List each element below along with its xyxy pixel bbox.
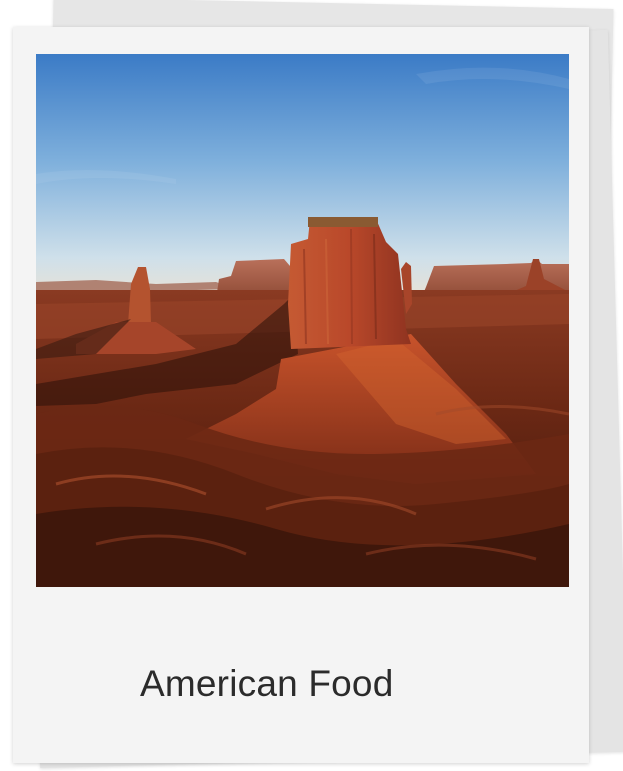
photo-caption: American Food <box>140 663 394 704</box>
landscape-photo <box>36 54 569 587</box>
polaroid-card[interactable]: American Food <box>13 27 589 763</box>
